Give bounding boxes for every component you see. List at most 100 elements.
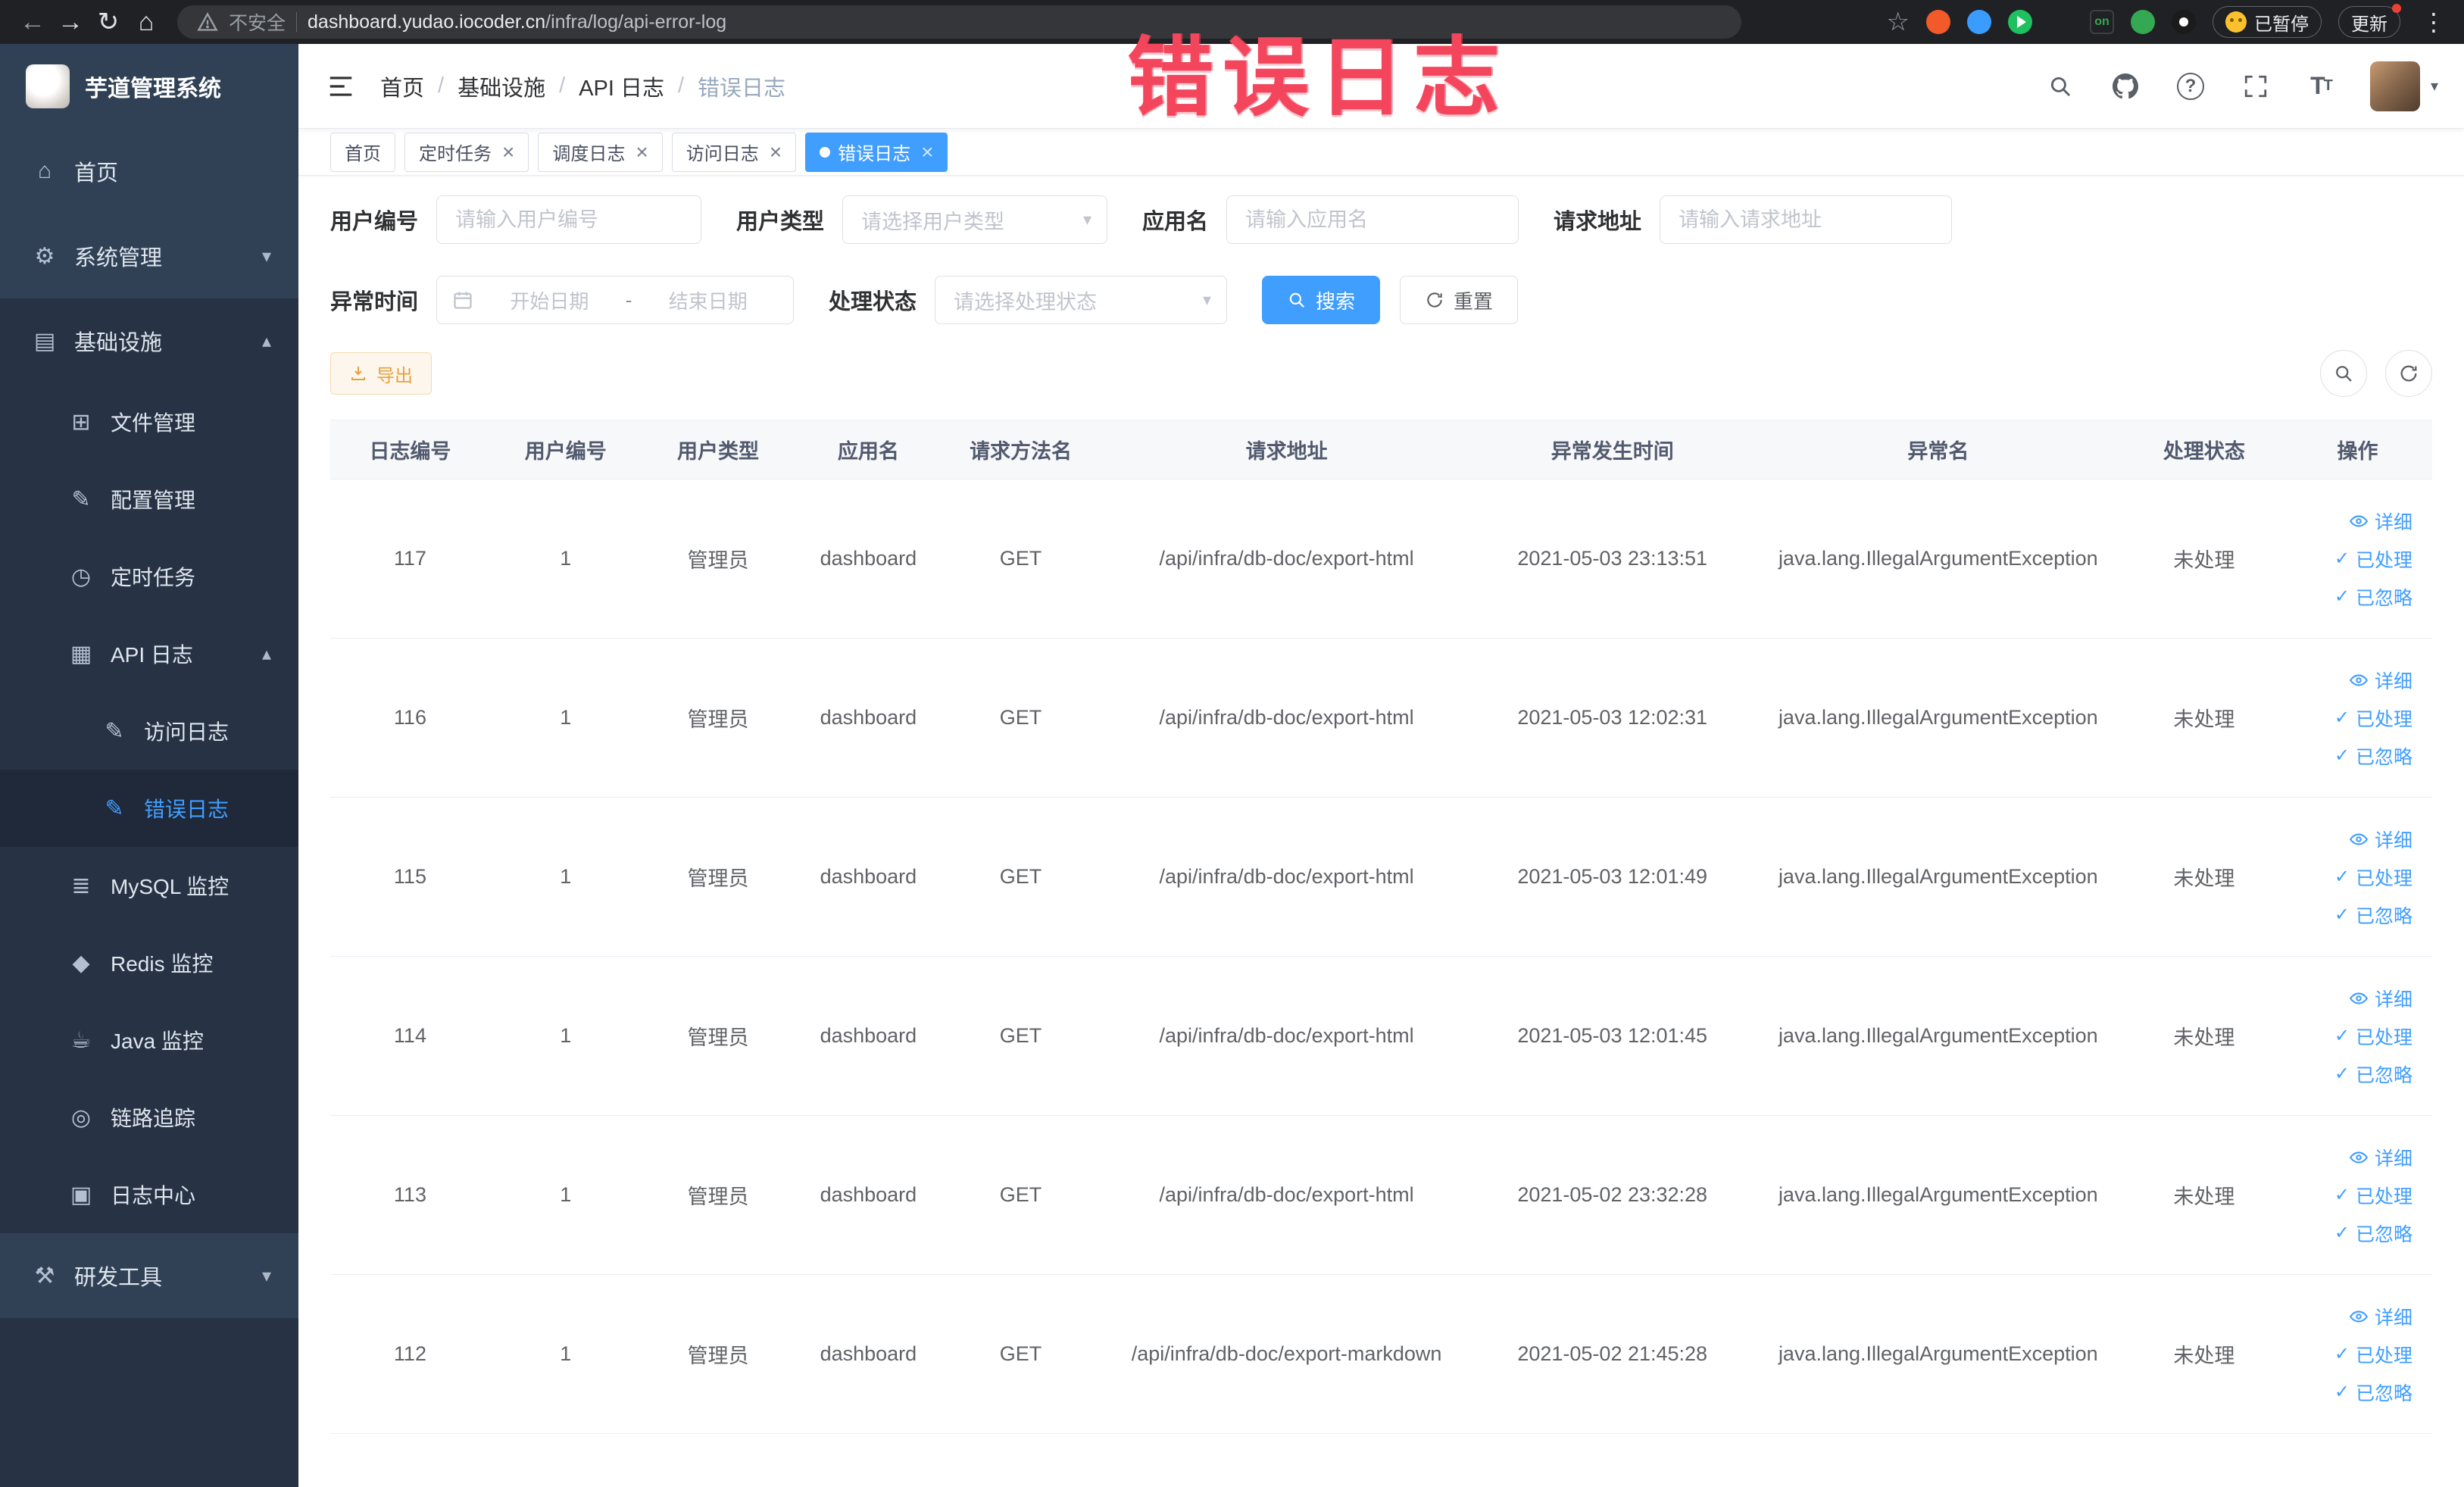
redis-icon: ◆ bbox=[72, 950, 90, 976]
bookmark-star-icon[interactable]: ☆ bbox=[1887, 7, 1910, 37]
tab-job[interactable]: 定时任务 × bbox=[404, 132, 529, 172]
sidebar-item-log-center[interactable]: ▣ 日志中心 bbox=[0, 1156, 298, 1233]
user-id-label: 用户编号 bbox=[330, 210, 419, 234]
action-ignore-link[interactable]: ✓ 已忽略 bbox=[2334, 1061, 2412, 1088]
table-toolbar: 导出 bbox=[330, 350, 2432, 397]
user-menu[interactable]: ▾ bbox=[2369, 61, 2438, 111]
action-ignore-link[interactable]: ✓ 已忽略 bbox=[2334, 901, 2412, 929]
security-label[interactable]: 不安全 bbox=[229, 8, 286, 36]
sidebar-item-label: 首页 bbox=[74, 161, 119, 186]
tab-close-icon[interactable]: × bbox=[502, 141, 514, 163]
extension-green-icon[interactable] bbox=[2131, 10, 2155, 34]
user-id-input[interactable] bbox=[436, 195, 702, 244]
process-status-select[interactable]: 请选择处理状态 ▾ bbox=[935, 276, 1228, 324]
action-processed-link[interactable]: ✓ 已处理 bbox=[2334, 1341, 2412, 1368]
extension-green-play-icon[interactable] bbox=[2008, 10, 2032, 34]
cell-status: 未处理 bbox=[2125, 797, 2283, 957]
breadcrumb-item-0[interactable]: 首页 bbox=[380, 70, 424, 102]
reset-button[interactable]: 重置 bbox=[1400, 276, 1519, 324]
sidebar-item-trace[interactable]: ◎ 链路追踪 bbox=[0, 1079, 298, 1156]
date-range-picker[interactable]: 开始日期 - 结束日期 bbox=[436, 276, 795, 324]
collapse-menu-icon[interactable] bbox=[324, 70, 358, 103]
logo-image bbox=[26, 64, 70, 108]
action-label: 已忽略 bbox=[2355, 587, 2412, 609]
action-processed-link[interactable]: ✓ 已处理 bbox=[2334, 864, 2412, 891]
action-detail-link[interactable]: 详细 bbox=[2349, 1303, 2412, 1330]
breadcrumb-item-2[interactable]: API 日志 bbox=[579, 70, 664, 102]
fullscreen-icon[interactable] bbox=[2240, 70, 2272, 102]
search-button[interactable]: 搜索 bbox=[1262, 276, 1381, 324]
sidebar-item-home[interactable]: ⌂ 首页 bbox=[0, 129, 298, 214]
browser-forward-icon[interactable]: → bbox=[52, 3, 89, 41]
action-ignore-link[interactable]: ✓ 已忽略 bbox=[2334, 1379, 2412, 1406]
sidebar-item-mysql[interactable]: ≣ MySQL 监控 bbox=[0, 847, 298, 924]
extension-pin-icon[interactable] bbox=[2172, 10, 2196, 34]
sidebar-item-label: MySQL 监控 bbox=[111, 875, 230, 898]
profile-paused-chip[interactable]: 已暂停 bbox=[2213, 6, 2322, 38]
action-detail-link[interactable]: 详细 bbox=[2349, 508, 2412, 535]
action-ignore-link[interactable]: ✓ 已忽略 bbox=[2334, 742, 2412, 770]
export-button[interactable]: 导出 bbox=[330, 352, 432, 395]
calendar-icon bbox=[454, 292, 472, 309]
user-type-select[interactable]: 请选择用户类型 ▾ bbox=[842, 195, 1108, 244]
log-center-icon: ▣ bbox=[70, 1182, 92, 1207]
eye-icon bbox=[2349, 989, 2369, 1008]
tab-job-log[interactable]: 调度日志 × bbox=[538, 132, 663, 172]
action-processed-link[interactable]: ✓ 已处理 bbox=[2334, 1182, 2412, 1209]
sidebar-item-java[interactable]: ☕ Java 监控 bbox=[0, 1001, 298, 1079]
sidebar-item-file[interactable]: ⊞ 文件管理 bbox=[0, 383, 298, 461]
sidebar-item-config[interactable]: ✎ 配置管理 bbox=[0, 461, 298, 538]
browser-home-icon[interactable]: ⌂ bbox=[127, 3, 165, 41]
action-ignore-link[interactable]: ✓ 已忽略 bbox=[2334, 583, 2412, 611]
page-content: 用户编号 用户类型 请选择用户类型 ▾ 应用名 请求地址 bbox=[298, 176, 2464, 1487]
chevron-up-icon: ▴ bbox=[261, 643, 271, 664]
help-icon[interactable]: ? bbox=[2175, 70, 2206, 102]
tab-close-icon[interactable]: × bbox=[770, 141, 782, 163]
github-icon[interactable] bbox=[2110, 70, 2141, 102]
action-processed-link[interactable]: ✓ 已处理 bbox=[2334, 1023, 2412, 1050]
action-processed-link[interactable]: ✓ 已处理 bbox=[2334, 545, 2412, 573]
tab-home[interactable]: 首页 bbox=[330, 132, 395, 172]
search-icon[interactable] bbox=[2044, 70, 2076, 102]
browser-update-button[interactable]: 更新 bbox=[2338, 4, 2401, 38]
column-header-7: 异常名 bbox=[1750, 420, 2125, 480]
action-processed-link[interactable]: ✓ 已处理 bbox=[2334, 704, 2412, 732]
sidebar-item-job[interactable]: ◷ 定时任务 bbox=[0, 538, 298, 615]
sidebar-item-infra[interactable]: ▤ 基础设施 ▴ bbox=[0, 298, 298, 383]
refresh-table-button[interactable] bbox=[2385, 350, 2432, 397]
request-url-input[interactable] bbox=[1660, 195, 1953, 244]
font-size-icon[interactable]: TT bbox=[2305, 70, 2337, 102]
app-logo[interactable]: 芋道管理系统 bbox=[0, 44, 298, 129]
cell-method: GET bbox=[942, 797, 1100, 957]
extension-on-badge-icon[interactable]: on bbox=[2090, 10, 2114, 34]
breadcrumb-item-1[interactable]: 基础设施 bbox=[458, 70, 545, 102]
action-ignore-link[interactable]: ✓ 已忽略 bbox=[2334, 1220, 2412, 1247]
sidebar-item-label: 错误日志 bbox=[144, 798, 230, 821]
sidebar-item-redis[interactable]: ◆ Redis 监控 bbox=[0, 924, 298, 1001]
address-bar[interactable]: 不安全 dashboard.yudao.iocoder.cn/infra/log… bbox=[177, 5, 1741, 39]
sidebar-item-dev-tools[interactable]: ⚒ 研发工具 ▾ bbox=[0, 1233, 298, 1318]
sidebar-item-error-log[interactable]: ✎ 错误日志 bbox=[0, 770, 298, 847]
app-name-input[interactable] bbox=[1226, 195, 1519, 244]
browser-back-icon[interactable]: ← bbox=[14, 3, 52, 41]
database-icon: ≣ bbox=[71, 873, 91, 898]
extension-blue-drop-icon[interactable] bbox=[1967, 10, 1991, 34]
sidebar-item-access-log[interactable]: ✎ 访问日志 bbox=[0, 692, 298, 770]
tab-close-icon[interactable]: × bbox=[921, 141, 933, 163]
browser-reload-icon[interactable]: ↻ bbox=[89, 3, 127, 41]
tab-error-log[interactable]: 错误日志 × bbox=[805, 132, 948, 172]
action-detail-link[interactable]: 详细 bbox=[2349, 667, 2412, 694]
action-detail-link[interactable]: 详细 bbox=[2349, 826, 2412, 853]
tab-close-icon[interactable]: × bbox=[636, 141, 648, 163]
tab-access-log[interactable]: 访问日志 × bbox=[671, 132, 797, 172]
action-detail-link[interactable]: 详细 bbox=[2349, 1144, 2412, 1171]
breadcrumb-item-3: 错误日志 bbox=[698, 76, 786, 101]
sidebar-item-system[interactable]: ⚙ 系统管理 ▾ bbox=[0, 214, 298, 298]
filter-process-status: 处理状态 请选择处理状态 ▾ bbox=[829, 276, 1228, 324]
browser-menu-icon[interactable]: ⋮ bbox=[2417, 8, 2450, 36]
extension-orange-icon[interactable] bbox=[1926, 10, 1950, 34]
extension-blue-grid-icon[interactable] bbox=[2049, 10, 2073, 34]
toggle-search-button[interactable] bbox=[2320, 350, 2367, 397]
sidebar-item-api-log[interactable]: ▦ API 日志 ▴ bbox=[0, 615, 298, 692]
action-detail-link[interactable]: 详细 bbox=[2349, 985, 2412, 1012]
